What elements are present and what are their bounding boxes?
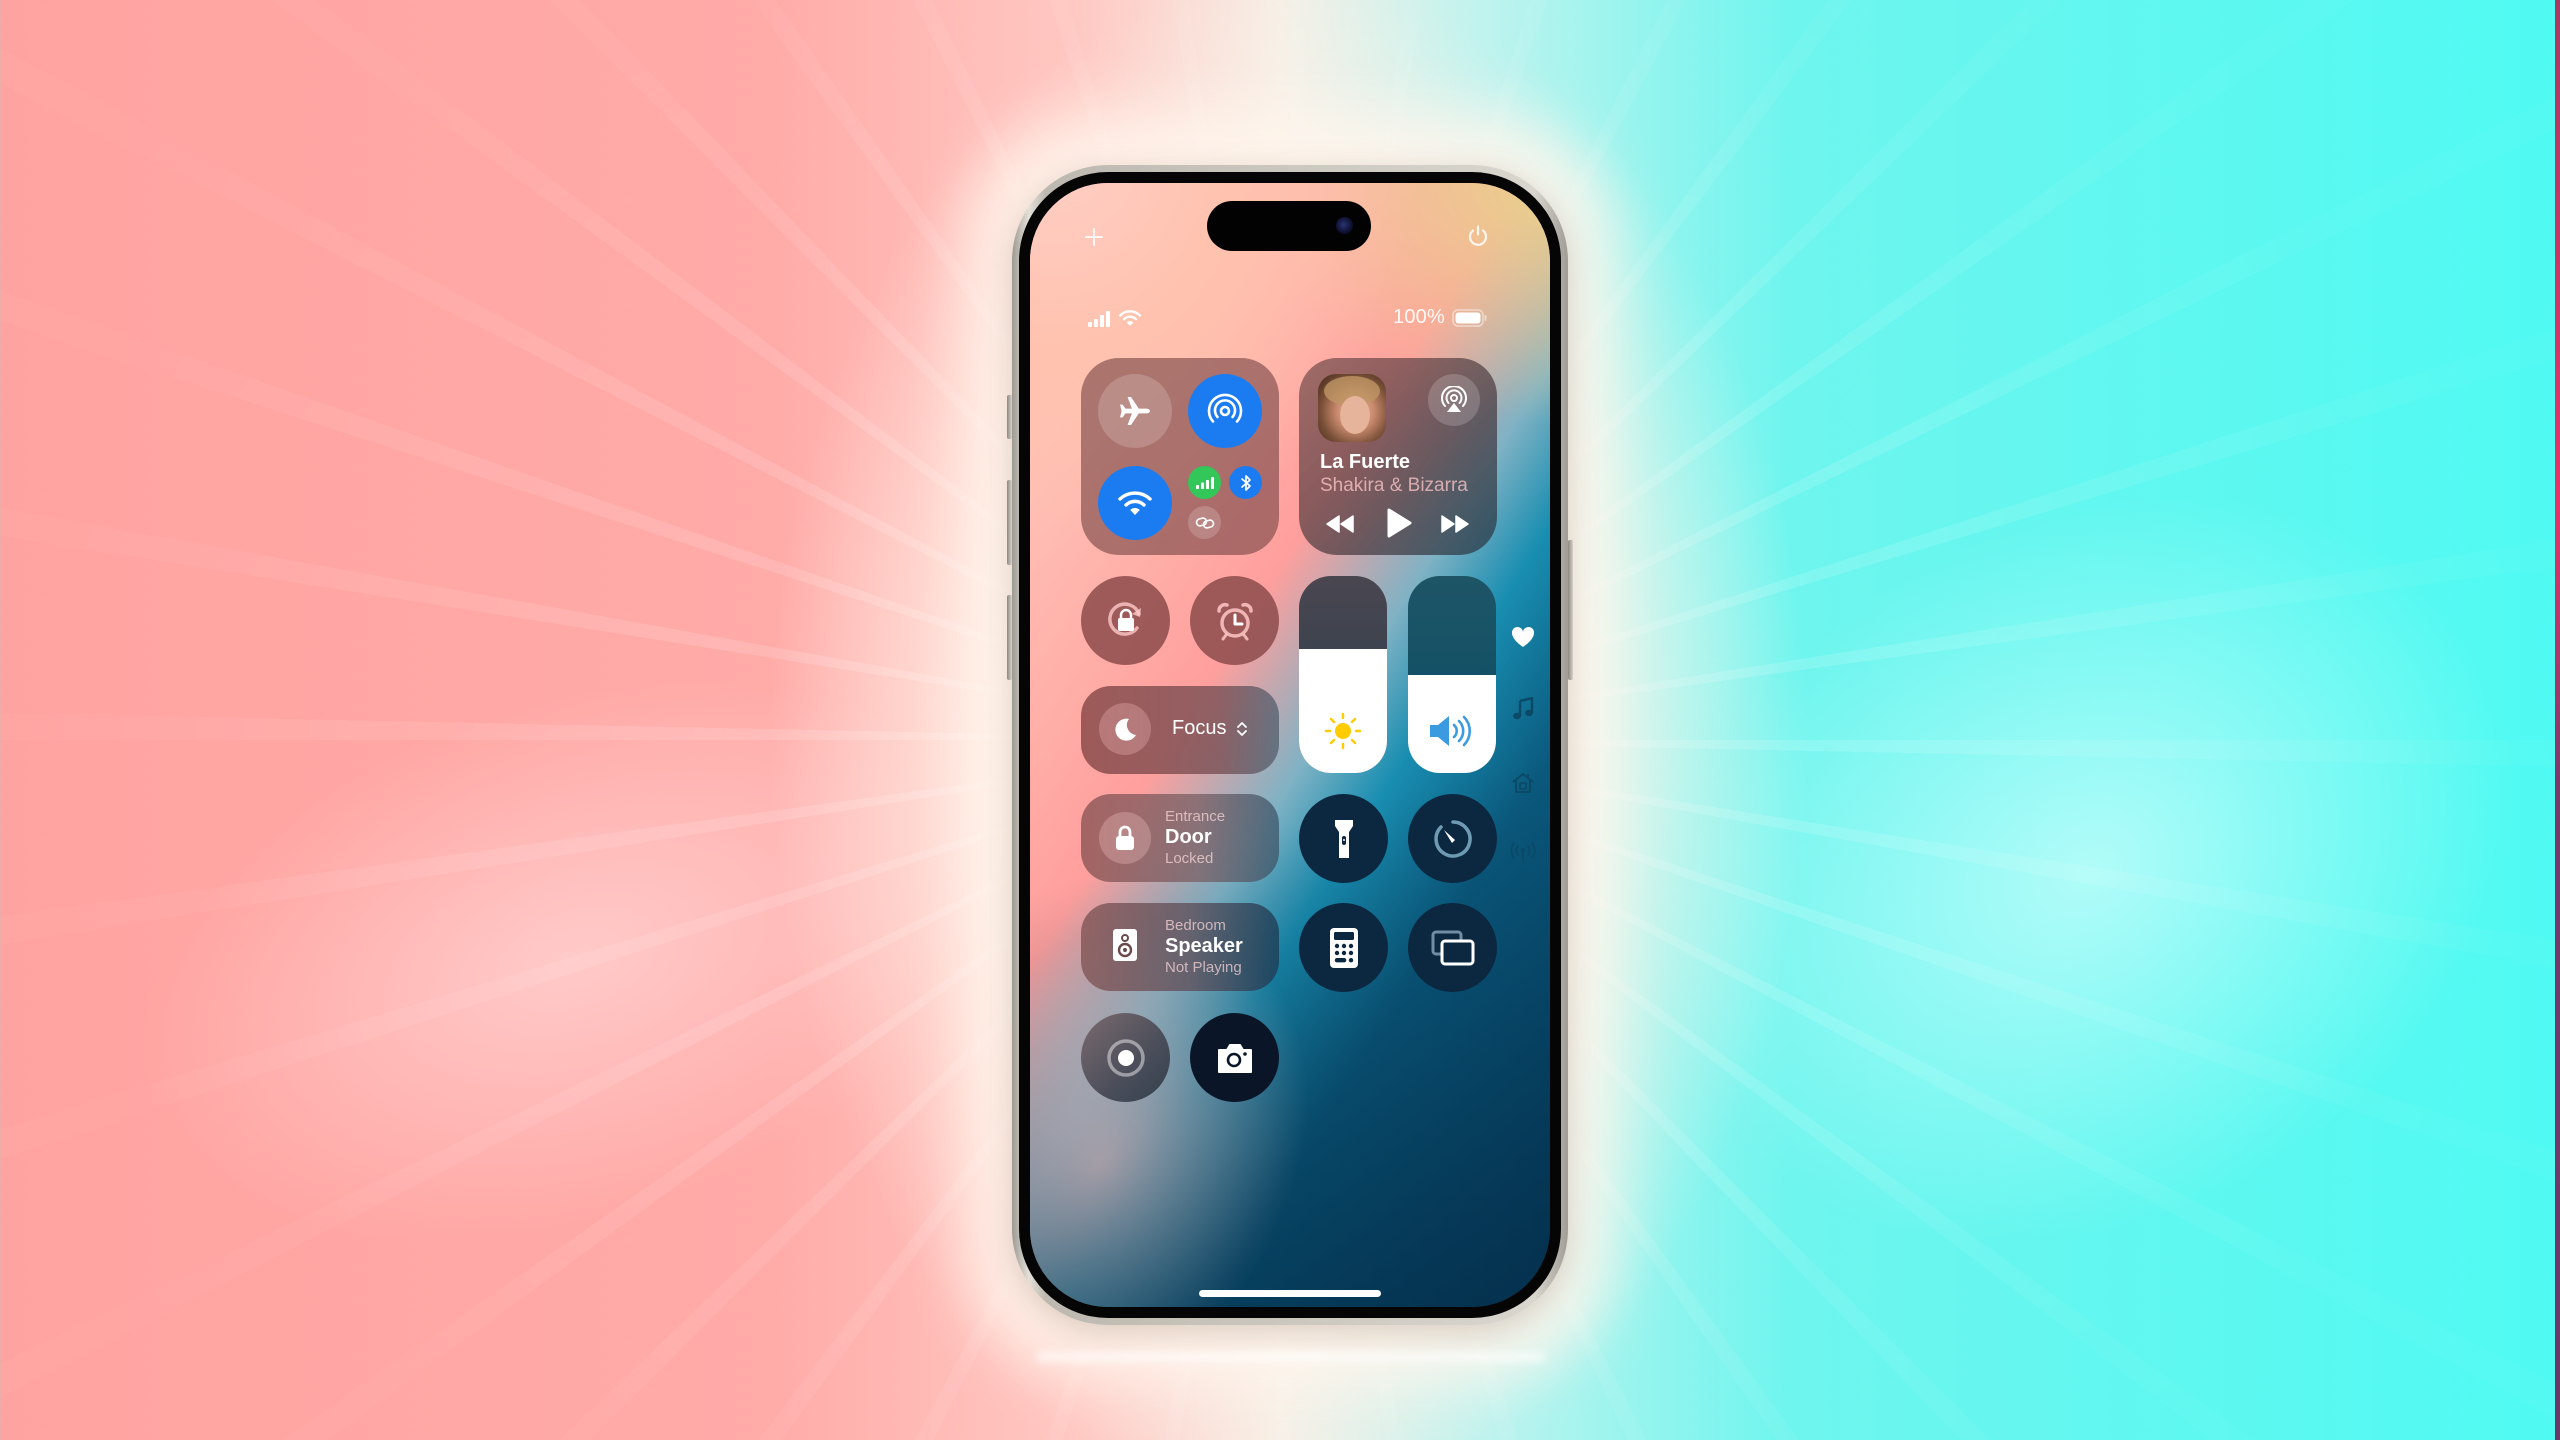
airplane-icon: [1120, 397, 1150, 425]
timer-button[interactable]: [1408, 794, 1497, 883]
page-indicator-home[interactable]: [1508, 768, 1538, 798]
track-artist: Shakira & Bizarra: [1320, 475, 1468, 496]
background-haze-right: [1525, 341, 2560, 1399]
wifi-icon: [1118, 491, 1152, 515]
page-indicator-music[interactable]: [1508, 694, 1538, 724]
wifi-status-icon: [1118, 309, 1142, 332]
cellular-icon: [1195, 476, 1214, 489]
cellular-toggle[interactable]: [1188, 466, 1221, 499]
speaker-icon: [1111, 927, 1139, 968]
alarm-toggle[interactable]: [1190, 576, 1279, 665]
page-indicator-favorites[interactable]: [1508, 622, 1538, 652]
airplay-button[interactable]: [1428, 374, 1480, 426]
play-button[interactable]: [1385, 507, 1413, 544]
bluetooth-icon: [1240, 474, 1251, 491]
camera-button[interactable]: [1190, 1013, 1279, 1102]
music-note-icon: [1513, 697, 1534, 720]
track-title: La Fuerte: [1320, 451, 1411, 473]
fast-forward-button[interactable]: [1440, 514, 1470, 539]
personal-hotspot-toggle[interactable]: [1188, 506, 1221, 539]
rotation-lock-toggle[interactable]: [1081, 576, 1170, 665]
volume-down-button[interactable]: [1007, 595, 1012, 680]
flashlight-icon: [1334, 819, 1353, 858]
speaker-status: Not Playing: [1165, 959, 1242, 976]
link-icon: [1195, 516, 1214, 529]
bluetooth-toggle[interactable]: [1229, 466, 1262, 499]
edge-strip: [2555, 0, 2560, 1440]
dynamic-island: [1207, 201, 1371, 251]
screen-recording-button[interactable]: [1081, 1013, 1170, 1102]
alarm-clock-icon: [1216, 602, 1253, 640]
rotation-lock-icon: [1107, 601, 1141, 636]
airplay-audio-icon: [1441, 386, 1467, 412]
screen-mirroring-button[interactable]: [1408, 903, 1497, 992]
timer-icon: [1433, 819, 1472, 858]
sun-icon: [1323, 711, 1363, 756]
brightness-slider[interactable]: [1299, 576, 1387, 773]
door-room: Entrance: [1165, 808, 1226, 825]
airdrop-icon: [1207, 393, 1243, 423]
signal-bars-icon: [1088, 311, 1114, 332]
plus-icon[interactable]: [1084, 225, 1104, 251]
airdrop-toggle[interactable]: [1188, 374, 1262, 448]
volume-slider[interactable]: [1408, 576, 1496, 773]
album-art[interactable]: [1318, 374, 1386, 442]
heart-icon: [1511, 626, 1535, 647]
door-icon-circle: [1099, 812, 1151, 864]
power-icon[interactable]: [1466, 224, 1490, 253]
speaker-wave-icon: [1426, 711, 1478, 756]
door-status: Locked: [1165, 850, 1214, 867]
battery-icon: [1452, 309, 1488, 332]
rewind-button[interactable]: [1325, 514, 1355, 539]
airplane-mode-toggle[interactable]: [1098, 374, 1172, 448]
side-power-button[interactable]: [1568, 540, 1573, 680]
background-haze-left: [61, 573, 1079, 1347]
door-name: Door: [1165, 826, 1212, 848]
lock-icon: [1116, 825, 1134, 850]
focus-icon-circle: [1099, 703, 1151, 755]
moon-icon: [1115, 718, 1136, 741]
action-button[interactable]: [1007, 395, 1012, 439]
screen-record-icon: [1106, 1038, 1145, 1077]
calculator-icon: [1329, 927, 1358, 968]
fast-forward-icon: [1441, 515, 1469, 533]
play-icon: [1387, 508, 1412, 538]
antenna-icon: [1510, 842, 1536, 863]
home-icon: [1512, 773, 1534, 793]
screen-mirroring-icon: [1431, 930, 1474, 965]
home-indicator[interactable]: [1199, 1290, 1381, 1297]
chevron-updown-icon: [1236, 720, 1248, 743]
volume-up-button[interactable]: [1007, 480, 1012, 565]
wifi-toggle[interactable]: [1098, 466, 1172, 540]
focus-label: Focus: [1172, 717, 1227, 739]
phone-reflection: [1036, 1352, 1546, 1362]
speaker-name: Speaker: [1165, 935, 1243, 957]
rewind-icon: [1326, 515, 1354, 533]
front-camera: [1336, 217, 1353, 234]
flashlight-button[interactable]: [1299, 794, 1388, 883]
calculator-button[interactable]: [1299, 903, 1388, 992]
page-indicator-connectivity[interactable]: [1508, 838, 1538, 868]
camera-icon: [1217, 1043, 1252, 1073]
battery-percent: 100%: [1393, 306, 1445, 328]
album-art-face: [1340, 396, 1370, 434]
speaker-room: Bedroom: [1165, 917, 1226, 934]
